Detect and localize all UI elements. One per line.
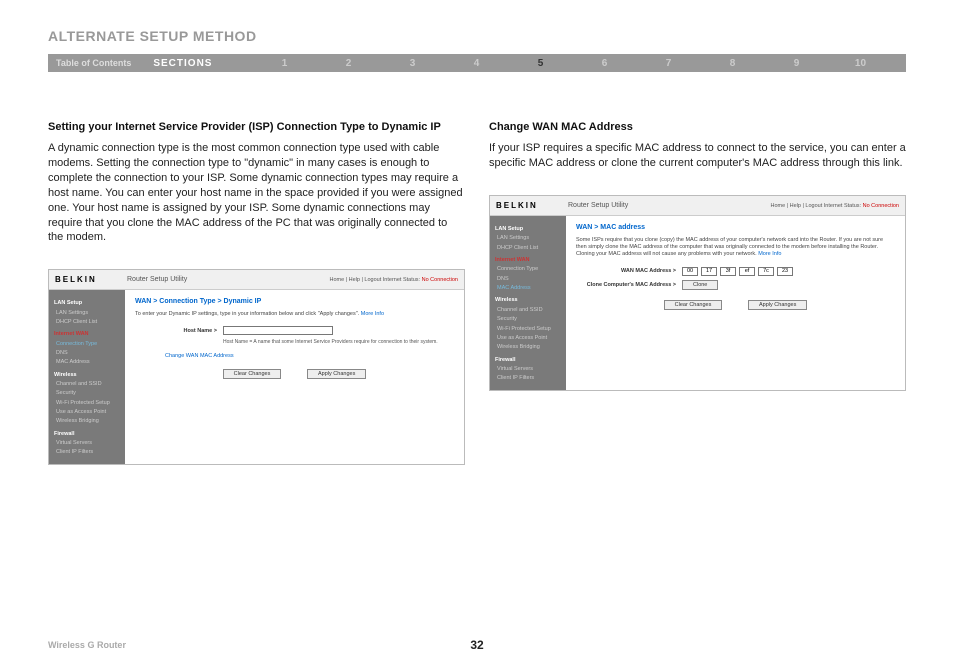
- utility-title: Router Setup Utility: [127, 276, 329, 283]
- sidebar-left: LAN Setup LAN Settings DHCP Client List …: [49, 290, 125, 464]
- mac-3[interactable]: [739, 267, 755, 276]
- desc-text: To enter your Dynamic IP settings, type …: [135, 311, 359, 317]
- breadcrumb-mac: WAN > MAC address: [576, 224, 895, 231]
- more-info-link-2[interactable]: More Info: [758, 251, 781, 257]
- hostname-label: Host Name >: [135, 328, 217, 334]
- sb-use-as-ap[interactable]: Use as Access Point: [54, 408, 120, 417]
- left-heading: Setting your Internet Service Provider (…: [48, 120, 465, 135]
- wan-mac-label: WAN MAC Address >: [576, 268, 676, 274]
- sb2-dhcp-client[interactable]: DHCP Client List: [495, 244, 561, 253]
- page-footer: Wireless G Router 32: [48, 640, 906, 650]
- brand-logo: BELKIN: [55, 275, 127, 284]
- page-title: ALTERNATE SETUP METHOD: [48, 28, 906, 44]
- sb2-lan-settings[interactable]: LAN Settings: [495, 234, 561, 243]
- sb-security[interactable]: Security: [54, 389, 120, 398]
- mac-0[interactable]: [682, 267, 698, 276]
- sb-channel-ssid[interactable]: Channel and SSID: [54, 380, 120, 389]
- nav-7[interactable]: 7: [636, 58, 700, 69]
- desc-mac: Some ISPs require that you clone (copy) …: [576, 237, 895, 258]
- sb2-firewall[interactable]: Firewall: [495, 356, 561, 365]
- hostname-hint: Host Name = A name that some Internet Se…: [223, 339, 454, 345]
- sb-virtual-servers[interactable]: Virtual Servers: [54, 439, 120, 448]
- mac-5[interactable]: [777, 267, 793, 276]
- top-links-2[interactable]: Home | Help | Logout Internet Status: No…: [770, 203, 899, 209]
- desc-mac-text: Some ISPs require that you clone (copy) …: [576, 237, 883, 257]
- apply-changes-button[interactable]: Apply Changes: [307, 369, 366, 379]
- section-nav: Table of Contents SECTIONS 1 2 3 4 5 6 7…: [48, 54, 906, 72]
- right-body: If your ISP requires a specific MAC addr…: [489, 141, 906, 171]
- nav-8[interactable]: 8: [700, 58, 764, 69]
- right-heading: Change WAN MAC Address: [489, 120, 906, 135]
- hostname-input[interactable]: [223, 326, 333, 335]
- sb-connection-type[interactable]: Connection Type: [54, 340, 120, 349]
- sb2-virtual-servers[interactable]: Virtual Servers: [495, 365, 561, 374]
- sb2-channel-ssid[interactable]: Channel and SSID: [495, 306, 561, 315]
- clone-label: Clone Computer's MAC Address >: [576, 282, 676, 288]
- top-links-text-2: Home | Help | Logout Internet Status:: [770, 203, 861, 209]
- sidebar-right: LAN Setup LAN Settings DHCP Client List …: [490, 216, 566, 390]
- sb2-lan-setup[interactable]: LAN Setup: [495, 225, 561, 234]
- sb2-client-ip-filters[interactable]: Client IP Filters: [495, 374, 561, 383]
- clear-changes-button-2[interactable]: Clear Changes: [664, 300, 723, 310]
- sb-dhcp-client[interactable]: DHCP Client List: [54, 318, 120, 327]
- sb-wireless[interactable]: Wireless: [54, 371, 120, 380]
- status-no-connection: No Connection: [422, 277, 458, 283]
- mac-2[interactable]: [720, 267, 736, 276]
- top-links-text: Home | Help | Logout Internet Status:: [329, 277, 420, 283]
- nav-sections-label: SECTIONS: [153, 58, 252, 69]
- sb2-wireless[interactable]: Wireless: [495, 296, 561, 305]
- more-info-link[interactable]: More Info: [361, 311, 384, 317]
- nav-5[interactable]: 5: [508, 58, 572, 69]
- screenshot-mac-address: BELKIN Router Setup Utility Home | Help …: [489, 195, 906, 391]
- mac-4[interactable]: [758, 267, 774, 276]
- nav-10[interactable]: 10: [828, 58, 892, 69]
- left-body: A dynamic connection type is the most co…: [48, 141, 465, 245]
- breadcrumb-dynamic-ip: WAN > Connection Type > Dynamic IP: [135, 298, 454, 305]
- nav-1[interactable]: 1: [252, 58, 316, 69]
- sb-wireless-bridging[interactable]: Wireless Bridging: [54, 417, 120, 426]
- apply-changes-button-2[interactable]: Apply Changes: [748, 300, 807, 310]
- sb-lan-setup[interactable]: LAN Setup: [54, 299, 120, 308]
- nav-3[interactable]: 3: [380, 58, 444, 69]
- product-name: Wireless G Router: [48, 640, 126, 650]
- sb2-wps[interactable]: Wi-Fi Protected Setup: [495, 325, 561, 334]
- page-number: 32: [470, 638, 483, 652]
- sb2-internet-wan[interactable]: Internet WAN: [495, 256, 561, 265]
- sb-internet-wan[interactable]: Internet WAN: [54, 330, 120, 339]
- sb2-security[interactable]: Security: [495, 315, 561, 324]
- nav-toc[interactable]: Table of Contents: [56, 58, 153, 68]
- clear-changes-button[interactable]: Clear Changes: [223, 369, 282, 379]
- sb-firewall[interactable]: Firewall: [54, 430, 120, 439]
- utility-title-2: Router Setup Utility: [568, 202, 770, 209]
- sb2-wireless-bridging[interactable]: Wireless Bridging: [495, 343, 561, 352]
- desc-dynamic-ip: To enter your Dynamic IP settings, type …: [135, 311, 454, 318]
- change-wan-mac-link[interactable]: Change WAN MAC Address: [165, 353, 454, 359]
- sb-dns[interactable]: DNS: [54, 349, 120, 358]
- sb2-mac-address[interactable]: MAC Address: [495, 284, 561, 293]
- sb-mac-address[interactable]: MAC Address: [54, 358, 120, 367]
- brand-logo-2: BELKIN: [496, 201, 568, 210]
- sb2-connection-type[interactable]: Connection Type: [495, 265, 561, 274]
- screenshot-dynamic-ip: BELKIN Router Setup Utility Home | Help …: [48, 269, 465, 465]
- sb-lan-settings[interactable]: LAN Settings: [54, 309, 120, 318]
- status-no-connection-2: No Connection: [863, 203, 899, 209]
- clone-button[interactable]: Clone: [682, 280, 718, 290]
- nav-9[interactable]: 9: [764, 58, 828, 69]
- sb-client-ip-filters[interactable]: Client IP Filters: [54, 448, 120, 457]
- sb2-dns[interactable]: DNS: [495, 275, 561, 284]
- nav-6[interactable]: 6: [572, 58, 636, 69]
- nav-2[interactable]: 2: [316, 58, 380, 69]
- nav-4[interactable]: 4: [444, 58, 508, 69]
- top-links[interactable]: Home | Help | Logout Internet Status: No…: [329, 277, 458, 283]
- sb-wps[interactable]: Wi-Fi Protected Setup: [54, 399, 120, 408]
- mac-1[interactable]: [701, 267, 717, 276]
- sb2-use-as-ap[interactable]: Use as Access Point: [495, 334, 561, 343]
